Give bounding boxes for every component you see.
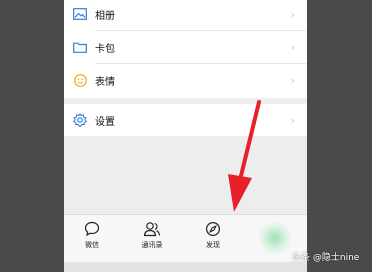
red-arrow-annotation [228, 100, 261, 212]
watermark: 头条 @隐士nine [292, 253, 360, 263]
